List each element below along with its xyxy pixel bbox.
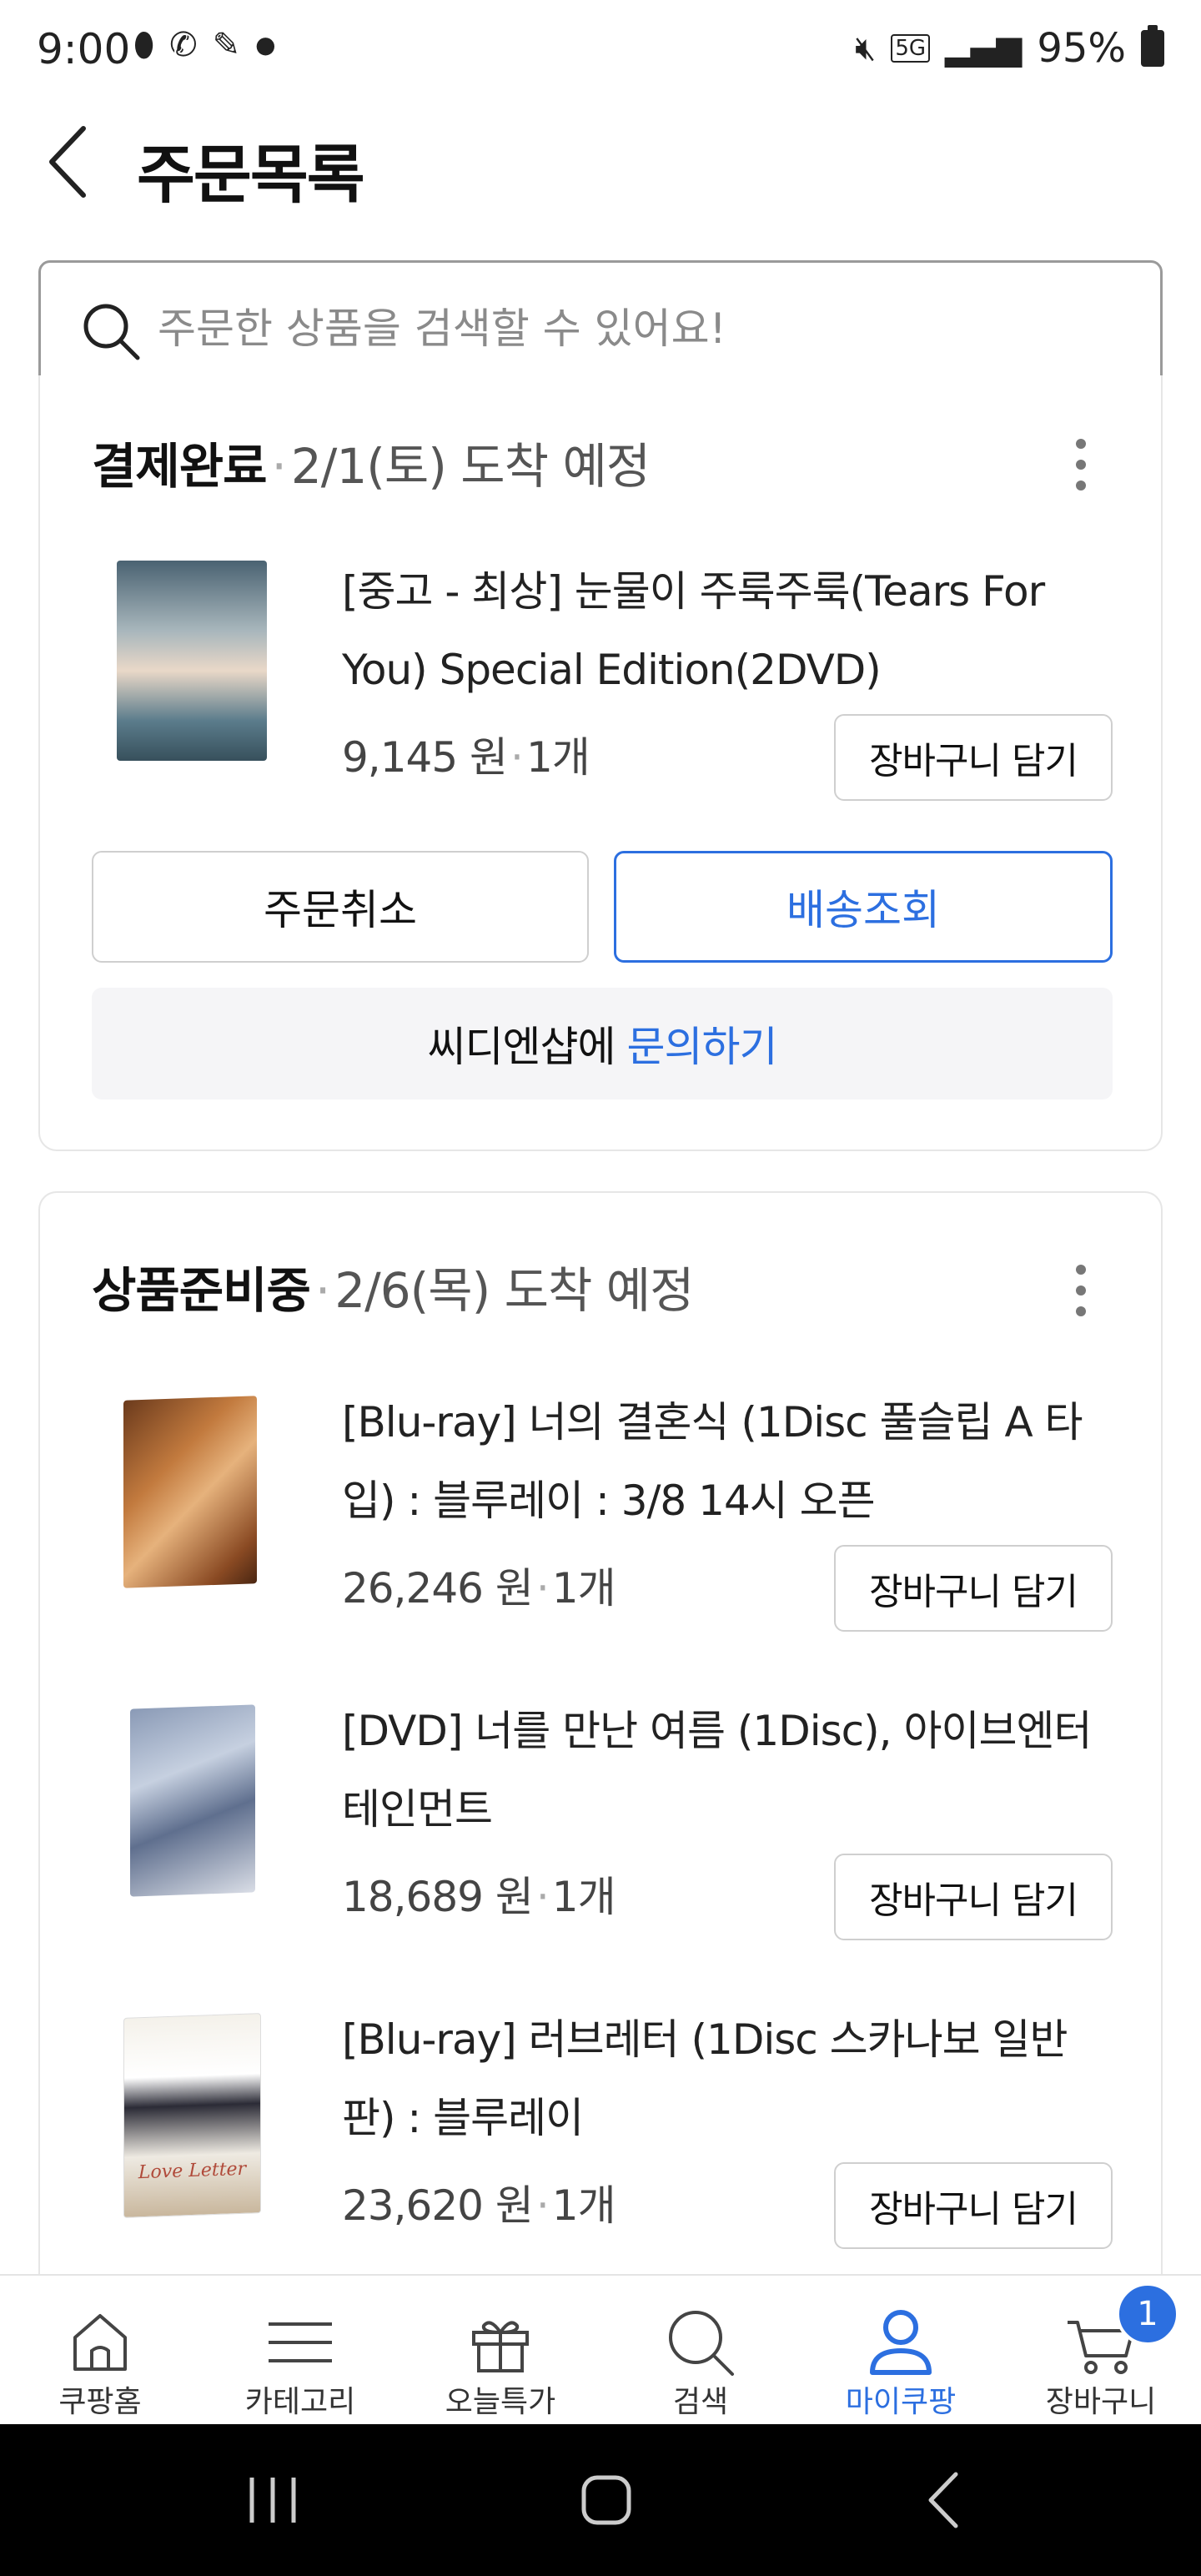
search-input[interactable] <box>158 291 1125 366</box>
add-to-cart-button[interactable]: 장바구니 담기 <box>834 1854 1113 1940</box>
nav-search[interactable]: 검색 <box>600 2276 801 2426</box>
inquiry-link[interactable]: 문의하기 <box>627 1014 778 1074</box>
quantity: 1개 <box>551 1873 616 1921</box>
mute-icon: 🔇︎ <box>855 29 877 68</box>
product-thumbnail[interactable] <box>117 561 267 761</box>
order-status: 결제완료 · 2/1(토) 도착 예정 <box>92 438 651 495</box>
price-value: 18,689 원 <box>342 1873 534 1921</box>
product-price: 9,145 원·1개 <box>342 733 590 782</box>
cart-count-badge: 1 <box>1116 2282 1179 2346</box>
order-status-label: 상품준비중 <box>92 1262 311 1319</box>
battery-icon <box>1141 25 1164 67</box>
nav-category[interactable]: 카테고리 <box>200 2276 400 2426</box>
track-delivery-button[interactable]: 배송조회 <box>614 851 1113 963</box>
header: 주문목록 <box>0 103 1201 220</box>
thumbnail-title-text: Love Letter <box>138 2158 247 2184</box>
product-price: 26,246 원·1개 <box>342 1564 616 1613</box>
add-to-cart-button[interactable]: 장바구니 담기 <box>834 1545 1113 1632</box>
feather-icon: ✎ <box>212 26 241 64</box>
nav-label: 오늘특가 <box>445 2385 556 2419</box>
order-card: 결제완료 · 2/1(토) 도착 예정 [중고 - 최상] 눈물이 주룩주룩(Tea… <box>38 375 1163 1151</box>
dot-icon: ● <box>255 31 276 58</box>
search-icon <box>83 304 140 360</box>
delivery-date: 2/6(목) 도착 예정 <box>334 1262 694 1319</box>
nav-label: 장바구니 <box>1045 2385 1157 2419</box>
recent-apps-icon[interactable] <box>235 2463 310 2538</box>
product-price: 18,689 원·1개 <box>342 1873 616 1921</box>
more-options-icon[interactable] <box>1073 1261 1089 1320</box>
add-to-cart-button[interactable]: 장바구니 담기 <box>834 714 1113 801</box>
order-item: [중고 - 최상] 눈물이 주룩주룩(Tears For You) Specia… <box>40 552 1164 801</box>
back-nav-icon[interactable] <box>907 2463 982 2538</box>
home-icon <box>73 2314 127 2371</box>
order-status-label: 결제완료 <box>92 438 267 495</box>
product-price: 23,620 원·1개 <box>342 2181 616 2230</box>
nav-home[interactable]: 쿠팡홈 <box>0 2276 200 2426</box>
price-value: 23,620 원 <box>342 2181 534 2230</box>
order-item: Love Letter [Blu-ray] 러브레터 (1Disc 스카나보 일… <box>40 2000 1164 2249</box>
quantity: 1개 <box>551 2181 616 2230</box>
product-thumbnail[interactable]: Love Letter <box>123 2013 261 2218</box>
network-type: 5G <box>891 34 931 63</box>
nav-label: 쿠팡홈 <box>58 2385 142 2419</box>
product-thumbnail[interactable] <box>130 1704 255 1897</box>
cancel-order-button[interactable]: 주문취소 <box>92 851 589 963</box>
system-navigation-bar <box>0 2424 1201 2576</box>
menu-icon <box>269 2322 332 2362</box>
nav-label: 마이쿠팡 <box>845 2385 957 2419</box>
product-title[interactable]: [Blu-ray] 너의 결혼식 (1Disc 풀슬립 A 타입) : 블루레이… <box>342 1383 1118 1540</box>
more-options-icon[interactable] <box>1073 435 1089 494</box>
status-bar: 9:00 ⬮ ✆ ✎ ● 🔇︎ 5G ▂▄▆ 95% <box>0 0 1201 103</box>
product-thumbnail[interactable] <box>123 1396 257 1588</box>
status-time: 9:00 <box>37 25 131 73</box>
home-button-icon[interactable] <box>569 2463 644 2538</box>
bottom-navigation: 쿠팡홈 카테고리 오늘특가 검색 마이쿠팡 1 장바구니 <box>0 2274 1201 2424</box>
system-status: 🔇︎ 5G ▂▄▆ 95% <box>855 25 1164 72</box>
quantity: 1개 <box>525 733 590 782</box>
product-title[interactable]: [DVD] 너를 만난 여름 (1Disc), 아이브엔터테인먼트 <box>342 1692 1118 1849</box>
notification-icons: ⬮ ✆ ✎ ● <box>133 28 276 62</box>
battery-percent: 95% <box>1037 25 1126 72</box>
nav-cart[interactable]: 1 장바구니 <box>1001 2276 1201 2426</box>
back-button[interactable] <box>43 122 110 202</box>
order-card: 상품준비중 · 2/6(목) 도착 예정 [Blu-ray] 너의 결혼식 (1Di… <box>38 1191 1163 2301</box>
nav-label: 검색 <box>672 2385 729 2419</box>
search-icon <box>669 2311 734 2376</box>
delivery-date: 2/1(토) 도착 예정 <box>290 438 651 495</box>
product-title[interactable]: [중고 - 최상] 눈물이 주룩주룩(Tears For You) Specia… <box>342 552 1118 709</box>
chevron-left-icon <box>49 126 86 198</box>
gift-icon <box>472 2321 529 2372</box>
order-item: [DVD] 너를 만난 여름 (1Disc), 아이브엔터테인먼트 18,689… <box>40 1692 1164 1940</box>
nav-my-coupang[interactable]: 마이쿠팡 <box>801 2276 1001 2426</box>
user-icon <box>870 2310 932 2375</box>
add-to-cart-button[interactable]: 장바구니 담기 <box>834 2162 1113 2249</box>
order-item: [Blu-ray] 너의 결혼식 (1Disc 풀슬립 A 타입) : 블루레이… <box>40 1383 1164 1632</box>
quantity: 1개 <box>551 1564 616 1613</box>
product-title[interactable]: [Blu-ray] 러브레터 (1Disc 스카나보 일반판) : 블루레이 <box>342 2000 1118 2157</box>
price-value: 9,145 원 <box>342 733 508 782</box>
page-title: 주문목록 <box>137 138 365 212</box>
seller-inquiry-button[interactable]: 씨디엔샵에 문의하기 <box>92 988 1113 1099</box>
price-value: 26,246 원 <box>342 1564 534 1613</box>
signal-icon: ▂▄▆ <box>945 29 1023 68</box>
seller-name: 씨디엔샵에 <box>427 1023 616 1071</box>
nav-deals[interactable]: 오늘특가 <box>400 2276 600 2426</box>
phone-who-icon: ✆ <box>169 26 198 64</box>
pill-icon: ⬮ <box>133 26 155 64</box>
nav-label: 카테고리 <box>244 2385 356 2419</box>
order-status: 상품준비중 · 2/6(목) 도착 예정 <box>92 1262 695 1319</box>
